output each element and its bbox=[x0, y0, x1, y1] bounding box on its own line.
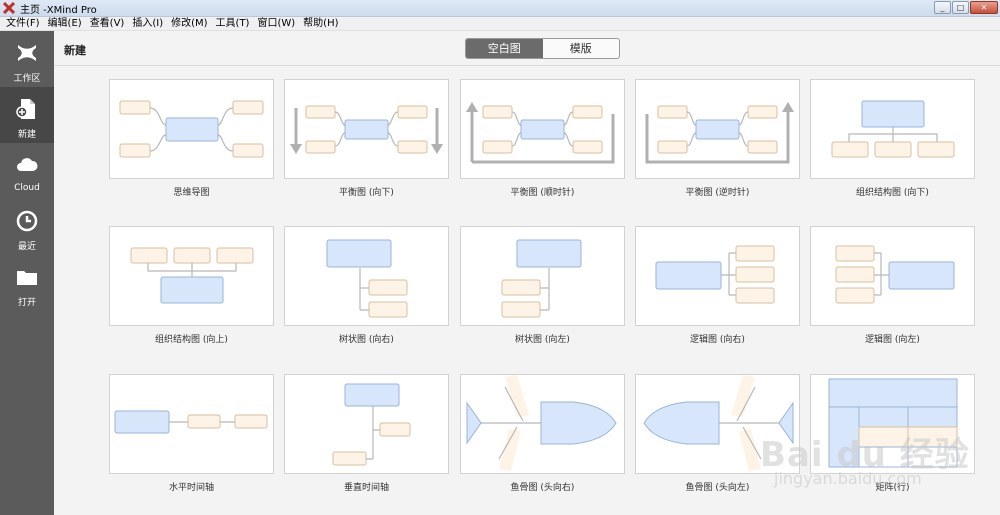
template-thumbnail bbox=[284, 374, 449, 474]
template-thumbnail bbox=[284, 226, 449, 326]
template-thumbnail bbox=[109, 226, 274, 326]
mindmap-diagram bbox=[119, 100, 264, 158]
tab-templates[interactable]: 模版 bbox=[543, 39, 620, 58]
template-thumbnail bbox=[635, 226, 800, 326]
menu-file[interactable]: 文件(F) bbox=[2, 17, 44, 31]
tab-switcher: 空白图 模版 bbox=[465, 38, 620, 59]
template-thumbnail bbox=[635, 374, 800, 474]
window-title: 主页 -XMind Pro bbox=[20, 5, 97, 16]
new-document-icon bbox=[16, 99, 35, 119]
org-down-diagram bbox=[831, 100, 955, 158]
folder-icon bbox=[17, 271, 37, 285]
close-icon[interactable]: ✕ bbox=[970, 1, 998, 14]
title-bar: 主页 -XMind Pro _ □ ✕ bbox=[0, 0, 1000, 17]
cloud-icon bbox=[17, 158, 38, 171]
template-label: 矩阵(行) bbox=[875, 483, 910, 493]
clock-icon bbox=[16, 210, 38, 232]
workspace-x-icon bbox=[18, 45, 36, 61]
template-label: 鱼骨图 (头向右) bbox=[510, 483, 575, 493]
sidebar-item-open[interactable]: 打开 bbox=[0, 255, 54, 311]
app-window: 主页 -XMind Pro _ □ ✕ 文件(F) 编辑(E) 查看(V) 插入… bbox=[0, 0, 1000, 515]
window-controls: _ □ ✕ bbox=[934, 1, 998, 15]
menu-help[interactable]: 帮助(H) bbox=[299, 17, 342, 31]
template-thumbnail bbox=[810, 374, 975, 474]
tree-right-diagram bbox=[326, 239, 408, 318]
logic-right-diagram bbox=[655, 245, 775, 304]
template-thumbnail bbox=[635, 79, 800, 179]
timeline-horizontal-diagram bbox=[114, 410, 268, 434]
sidebar-item-workspace[interactable]: 工作区 bbox=[0, 31, 54, 87]
logic-left-diagram bbox=[835, 245, 955, 304]
balance-counterclockwise-diagram bbox=[645, 102, 794, 164]
content-header: 新建 空白图 模版 bbox=[54, 31, 1000, 66]
sidebar-item-label: 新建 bbox=[17, 130, 36, 140]
balance-clockwise-diagram bbox=[466, 102, 615, 164]
matrix-row-diagram bbox=[828, 378, 958, 468]
template-label: 平衡图 (向下) bbox=[339, 188, 394, 198]
template-label: 思维导图 bbox=[173, 188, 210, 198]
template-thumbnail bbox=[460, 79, 625, 179]
page-title: 新建 bbox=[64, 44, 86, 57]
sidebar-item-label: 最近 bbox=[17, 242, 36, 252]
template-label: 垂直时间轴 bbox=[343, 483, 389, 493]
menu-bar: 文件(F) 编辑(E) 查看(V) 插入(I) 修改(M) 工具(T) 窗口(W… bbox=[0, 17, 1000, 31]
template-label: 水平时间轴 bbox=[168, 483, 214, 493]
template-thumbnail bbox=[460, 374, 625, 474]
org-up-diagram bbox=[130, 247, 254, 304]
xmind-logo-icon bbox=[3, 2, 15, 14]
template-label: 逻辑图 (向右) bbox=[690, 335, 745, 345]
sidebar-item-new[interactable]: 新建 bbox=[0, 87, 54, 143]
fishbone-left-diagram bbox=[643, 375, 794, 471]
tab-blank-map[interactable]: 空白图 bbox=[466, 39, 543, 58]
template-label: 树状图 (向右) bbox=[339, 335, 394, 345]
template-thumbnail bbox=[810, 79, 975, 179]
menu-insert[interactable]: 插入(I) bbox=[128, 17, 167, 31]
template-thumbnail bbox=[109, 374, 274, 474]
sidebar-item-recent[interactable]: 最近 bbox=[0, 199, 54, 255]
template-label: 树状图 (向左) bbox=[515, 335, 570, 345]
fishbone-right-diagram bbox=[466, 375, 617, 471]
sidebar-item-label: 打开 bbox=[17, 298, 36, 308]
menu-tools[interactable]: 工具(T) bbox=[212, 17, 254, 31]
menu-modify[interactable]: 修改(M) bbox=[167, 17, 211, 31]
template-thumbnail bbox=[810, 226, 975, 326]
menu-edit[interactable]: 编辑(E) bbox=[44, 17, 86, 31]
template-label: 组织结构图 (向下) bbox=[856, 188, 929, 198]
menu-window[interactable]: 窗口(W) bbox=[253, 17, 299, 31]
maximize-icon[interactable]: □ bbox=[952, 1, 969, 14]
template-thumbnail bbox=[109, 79, 274, 179]
balance-down-diagram bbox=[290, 105, 443, 154]
template-label: 组织结构图 (向上) bbox=[155, 335, 228, 345]
template-thumbnail bbox=[460, 226, 625, 326]
template-label: 平衡图 (顺时针) bbox=[510, 188, 575, 198]
sidebar-item-cloud[interactable]: Cloud bbox=[0, 143, 54, 199]
template-label: 平衡图 (逆时针) bbox=[685, 188, 750, 198]
sidebar-item-label: Cloud bbox=[14, 183, 40, 193]
tree-left-diagram bbox=[501, 239, 582, 318]
minimize-icon[interactable]: _ bbox=[934, 1, 951, 14]
timeline-vertical-diagram bbox=[332, 383, 411, 466]
menu-view[interactable]: 查看(V) bbox=[86, 17, 129, 31]
template-label: 逻辑图 (向左) bbox=[865, 335, 920, 345]
template-grid: 思维导图 平衡图 (向下) 平衡图 (顺时针) 平衡图 (逆时针) 组织结构图 … bbox=[54, 66, 1000, 515]
template-thumbnail bbox=[284, 79, 449, 179]
template-label: 鱼骨图 (头向左) bbox=[685, 483, 750, 493]
sidebar-item-label: 工作区 bbox=[13, 74, 41, 84]
sidebar: 工作区 新建 Cloud 最近 打开 bbox=[0, 31, 54, 515]
